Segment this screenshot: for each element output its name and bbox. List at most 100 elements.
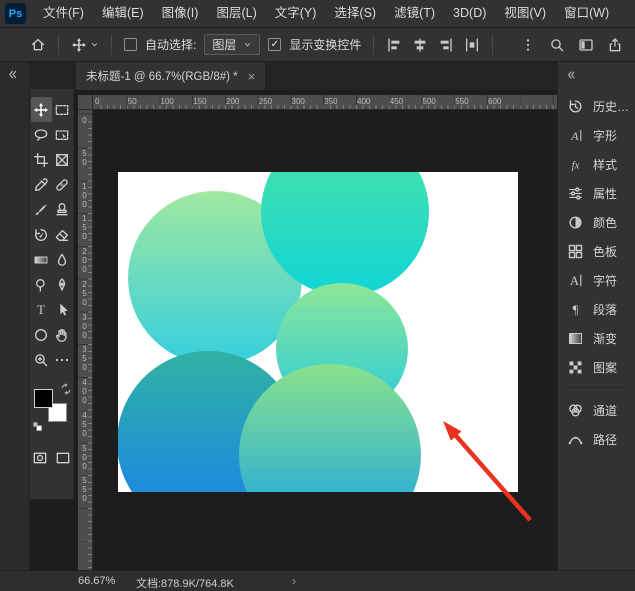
menu-file[interactable]: 文件(F) <box>34 0 93 27</box>
panel-label: 通道 <box>593 402 617 419</box>
panel-glyphs[interactable]: A字形 <box>558 121 635 150</box>
ruler-label: 600 <box>488 97 501 106</box>
panel-history[interactable]: 历史记录 <box>558 92 635 121</box>
show-transform-checkbox[interactable]: ✓ <box>268 38 281 51</box>
auto-select-label: 自动选择: <box>145 36 196 53</box>
history-brush-tool[interactable] <box>31 222 52 247</box>
document-tab[interactable]: 未标题-1 @ 66.7%(RGB/8#) * × <box>76 62 265 90</box>
crop-tool[interactable] <box>31 147 52 172</box>
panel-paths[interactable]: 路径 <box>558 425 635 454</box>
ruler-label: 50 <box>128 97 137 106</box>
svg-text:A: A <box>570 129 579 143</box>
ruler-label: 200 <box>80 247 89 274</box>
menu-3d[interactable]: 3D(D) <box>444 0 495 27</box>
panel-swatches[interactable]: 色板 <box>558 237 635 266</box>
menu-select[interactable]: 选择(S) <box>325 0 385 27</box>
ruler-label: 500 <box>80 444 89 471</box>
panel-gradients[interactable]: 渐变 <box>558 324 635 353</box>
panel-label: 样式 <box>593 156 617 173</box>
hand-tool[interactable] <box>52 322 73 347</box>
app-logo: Ps <box>5 3 26 24</box>
panel-patterns[interactable]: 图案 <box>558 353 635 382</box>
swap-colors-icon[interactable] <box>60 383 72 395</box>
divider <box>58 35 59 55</box>
menu-filter[interactable]: 滤镜(T) <box>385 0 444 27</box>
type-tool[interactable]: T <box>31 297 52 322</box>
ruler-label: 150 <box>80 214 89 241</box>
path-selection-tool[interactable] <box>52 297 73 322</box>
panel-color[interactable]: 颜色 <box>558 208 635 237</box>
ruler-label: 0 <box>80 116 89 125</box>
pen-tool[interactable] <box>52 272 73 297</box>
blur-tool[interactable] <box>52 247 73 272</box>
menu-layer[interactable]: 图层(L) <box>207 0 265 27</box>
default-colors-icon[interactable] <box>32 421 43 432</box>
panel-styles[interactable]: fx样式 <box>558 150 635 179</box>
more-options-icon[interactable] <box>520 37 536 53</box>
screen-mode-button[interactable] <box>53 448 73 468</box>
dodge-tool[interactable] <box>31 272 52 297</box>
panel-channels[interactable]: 通道 <box>558 396 635 425</box>
home-icon[interactable] <box>30 37 46 53</box>
tool-preset-button[interactable] <box>71 37 99 53</box>
spot-healing-brush-tool[interactable] <box>52 172 73 197</box>
move-tool[interactable] <box>31 97 52 122</box>
svg-text:¶: ¶ <box>573 303 579 317</box>
distribute-icon[interactable] <box>464 37 480 53</box>
eyedropper-tool[interactable] <box>31 172 52 197</box>
divider <box>373 35 374 55</box>
align-right-icon[interactable] <box>438 37 454 53</box>
collapse-tools-icon[interactable] <box>6 68 19 81</box>
eraser-tool[interactable] <box>52 222 73 247</box>
menu-view[interactable]: 视图(V) <box>495 0 555 27</box>
paragraph-icon: ¶ <box>567 301 584 318</box>
brush-tool[interactable] <box>31 197 52 222</box>
panel-properties[interactable]: 属性 <box>558 179 635 208</box>
tools-grid: T <box>31 97 73 372</box>
search-icon[interactable] <box>549 37 565 53</box>
menu-image[interactable]: 图像(I) <box>153 0 208 27</box>
panel-label: 渐变 <box>593 330 617 347</box>
channels-icon <box>567 402 584 419</box>
ruler-label: 550 <box>455 97 468 106</box>
edit-toolbar-button[interactable] <box>52 347 73 372</box>
ruler-label: 400 <box>80 378 89 405</box>
zoom-tool[interactable] <box>31 347 52 372</box>
left-rail <box>0 62 30 570</box>
ellipse-tool[interactable] <box>31 322 52 347</box>
move-tool-icon <box>71 37 87 53</box>
color-icon <box>567 214 584 231</box>
document-tab-bar: 未标题-1 @ 66.7%(RGB/8#) * × <box>30 62 557 90</box>
zoom-level-field[interactable]: 66.67% <box>78 575 115 587</box>
lasso-tool[interactable] <box>31 122 52 147</box>
panel-label: 路径 <box>593 431 617 448</box>
menu-edit[interactable]: 编辑(E) <box>93 0 153 27</box>
rectangular-marquee-tool[interactable] <box>52 97 73 122</box>
workspace-switcher-icon[interactable] <box>578 37 594 53</box>
expand-panels-icon[interactable] <box>565 69 577 81</box>
ruler-label: 450 <box>80 411 89 438</box>
align-left-icon[interactable] <box>386 37 402 53</box>
close-tab-icon[interactable]: × <box>248 70 256 83</box>
photoshop-window: Ps 文件(F)编辑(E)图像(I)图层(L)文字(Y)选择(S)滤镜(T)3D… <box>0 0 635 591</box>
clone-stamp-tool[interactable] <box>52 197 73 222</box>
foreground-color-swatch[interactable] <box>34 389 53 408</box>
status-expand-icon[interactable]: › <box>292 574 296 588</box>
ruler-label: 200 <box>226 97 239 106</box>
auto-select-checkbox[interactable]: ✓ <box>124 38 137 51</box>
panel-character[interactable]: A字符 <box>558 266 635 295</box>
align-center-icon[interactable] <box>412 37 428 53</box>
ruler-label: 250 <box>80 280 89 307</box>
quick-mask-button[interactable] <box>30 448 50 468</box>
share-icon[interactable] <box>607 37 623 53</box>
layer-target-dropdown[interactable]: 图层 <box>204 34 260 55</box>
panel-paragraph[interactable]: ¶段落 <box>558 295 635 324</box>
document-info: 文档:878.9K/764.8K <box>136 575 234 591</box>
menu-window[interactable]: 窗口(W) <box>555 0 618 27</box>
frame-tool[interactable] <box>52 147 73 172</box>
canvas-viewport[interactable] <box>93 110 557 570</box>
object-selection-tool[interactable] <box>52 122 73 147</box>
menu-type[interactable]: 文字(Y) <box>266 0 326 27</box>
ruler-label: 300 <box>292 97 305 106</box>
gradient-tool[interactable] <box>31 247 52 272</box>
